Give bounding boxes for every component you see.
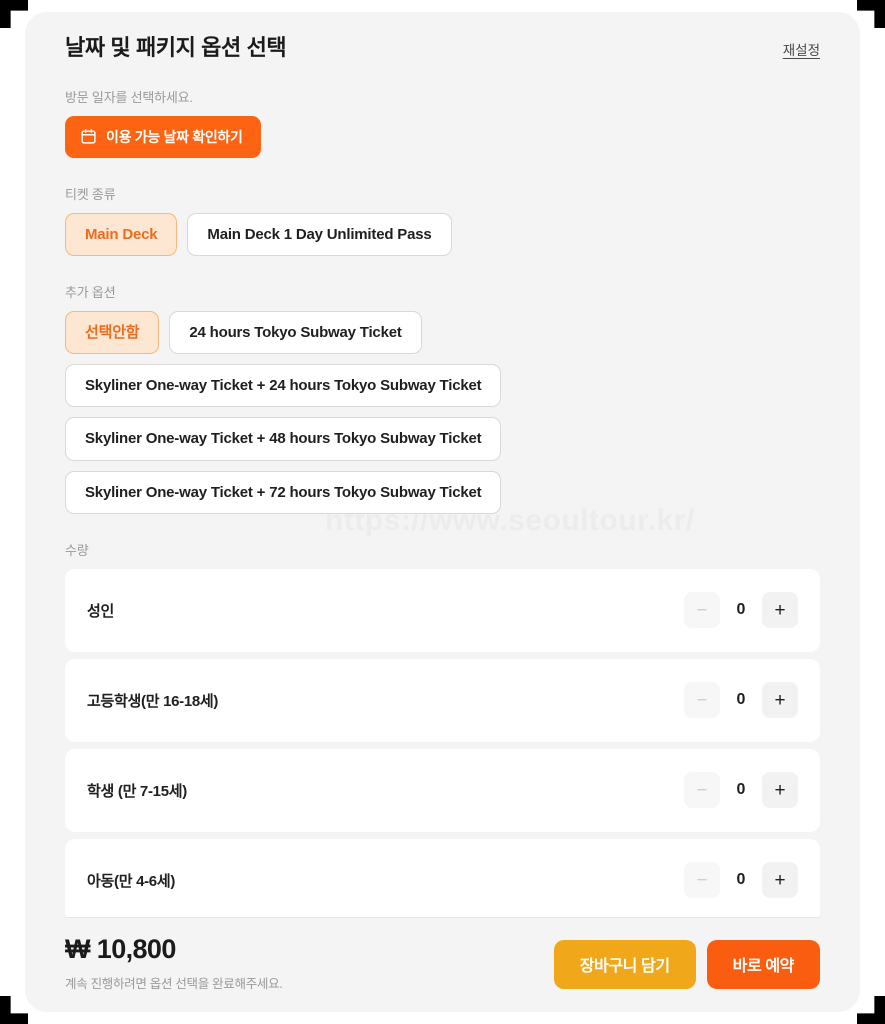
quantity-stepper: − 0 + xyxy=(684,772,798,809)
quantity-stepper: − 0 + xyxy=(684,862,798,899)
extra-option-item[interactable]: 선택안함 xyxy=(65,310,160,355)
ticket-type-option[interactable]: Main Deck xyxy=(65,212,178,256)
extra-option-item[interactable]: Skyliner One-way Ticket + 72 hours Tokyo… xyxy=(65,470,502,514)
decrement-button[interactable]: − xyxy=(684,682,720,719)
screenshot-root: https://www.seoultour.kr/ 날짜 및 패키지 옵션 선택… xyxy=(0,0,885,1024)
quantity-row: 고등학생(만 16-18세) − 0 + xyxy=(65,658,820,742)
corner-mark-top-left xyxy=(0,0,28,28)
calendar-icon xyxy=(80,128,97,145)
price-note: 계속 진행하려면 옵션 선택을 완료해주세요. xyxy=(65,976,283,991)
increment-button[interactable]: + xyxy=(762,862,798,899)
ticket-type-option[interactable]: Main Deck 1 Day Unlimited Pass xyxy=(187,212,452,256)
quantity-row-label: 고등학생(만 16-18세) xyxy=(87,692,219,710)
decrement-button[interactable]: − xyxy=(684,862,720,899)
check-available-dates-label: 이용 가능 날짜 확인하기 xyxy=(106,128,243,145)
quantity-row-label: 아동(만 4-6세) xyxy=(87,872,176,890)
price-block: ₩ 10,800 계속 진행하려면 옵션 선택을 완료해주세요. xyxy=(65,934,283,995)
page-title: 날짜 및 패키지 옵션 선택 xyxy=(65,35,287,60)
corner-mark-bottom-left xyxy=(0,996,28,1024)
quantity-value: 0 xyxy=(736,871,746,889)
quantity-section-label: 수량 xyxy=(65,542,89,558)
date-section-label: 방문 일자를 선택하세요. xyxy=(65,89,193,105)
add-to-cart-button[interactable]: 장바구니 담기 xyxy=(553,939,696,989)
quantity-stepper: − 0 + xyxy=(684,592,798,629)
quantity-value: 0 xyxy=(736,781,746,799)
panel-content: 날짜 및 패키지 옵션 선택 재설정 방문 일자를 선택하세요. 이용 가능 날… xyxy=(65,34,820,922)
quantity-row-label: 학생 (만 7-15세) xyxy=(87,782,187,800)
quantity-row: 성인 − 0 + xyxy=(65,568,820,652)
reset-link[interactable]: 재설정 xyxy=(783,34,820,59)
quantity-list: 성인 − 0 + 고등학생(만 16-18세) − 0 + 학생 (만 7-15… xyxy=(65,568,820,922)
panel-footer: ₩ 10,800 계속 진행하려면 옵션 선택을 완료해주세요. 장바구니 담기… xyxy=(65,917,820,1012)
quantity-stepper: − 0 + xyxy=(684,682,798,719)
footer-actions: 장바구니 담기 바로 예약 xyxy=(553,939,820,991)
option-selection-panel: https://www.seoultour.kr/ 날짜 및 패키지 옵션 선택… xyxy=(25,12,860,1012)
quantity-row-label: 성인 xyxy=(87,602,115,620)
increment-button[interactable]: + xyxy=(762,592,798,629)
decrement-button[interactable]: − xyxy=(684,592,720,629)
increment-button[interactable]: + xyxy=(762,682,798,719)
extra-option-item[interactable]: 24 hours Tokyo Subway Ticket xyxy=(169,310,422,355)
extra-option-item[interactable]: Skyliner One-way Ticket + 48 hours Tokyo… xyxy=(65,417,502,461)
panel-header: 날짜 및 패키지 옵션 선택 재설정 xyxy=(65,34,820,63)
reserve-now-button[interactable]: 바로 예약 xyxy=(706,939,820,989)
decrement-button[interactable]: − xyxy=(684,772,720,809)
extra-option-label: 추가 옵션 xyxy=(65,284,116,300)
increment-button[interactable]: + xyxy=(762,772,798,809)
ticket-type-options: Main Deck Main Deck 1 Day Unlimited Pass xyxy=(65,212,820,256)
extra-option-item[interactable]: Skyliner One-way Ticket + 24 hours Tokyo… xyxy=(65,364,502,408)
quantity-row: 학생 (만 7-15세) − 0 + xyxy=(65,748,820,832)
quantity-value: 0 xyxy=(736,691,746,709)
quantity-value: 0 xyxy=(736,601,746,619)
check-available-dates-button[interactable]: 이용 가능 날짜 확인하기 xyxy=(65,115,261,158)
corner-mark-bottom-right xyxy=(857,996,885,1024)
total-price: ₩ 10,800 xyxy=(65,934,176,965)
corner-mark-top-right xyxy=(857,0,885,28)
ticket-type-label: 티켓 종류 xyxy=(65,186,116,202)
quantity-row: 아동(만 4-6세) − 0 + xyxy=(65,838,820,922)
extra-option-options: 선택안함 24 hours Tokyo Subway Ticket Skylin… xyxy=(65,310,820,514)
